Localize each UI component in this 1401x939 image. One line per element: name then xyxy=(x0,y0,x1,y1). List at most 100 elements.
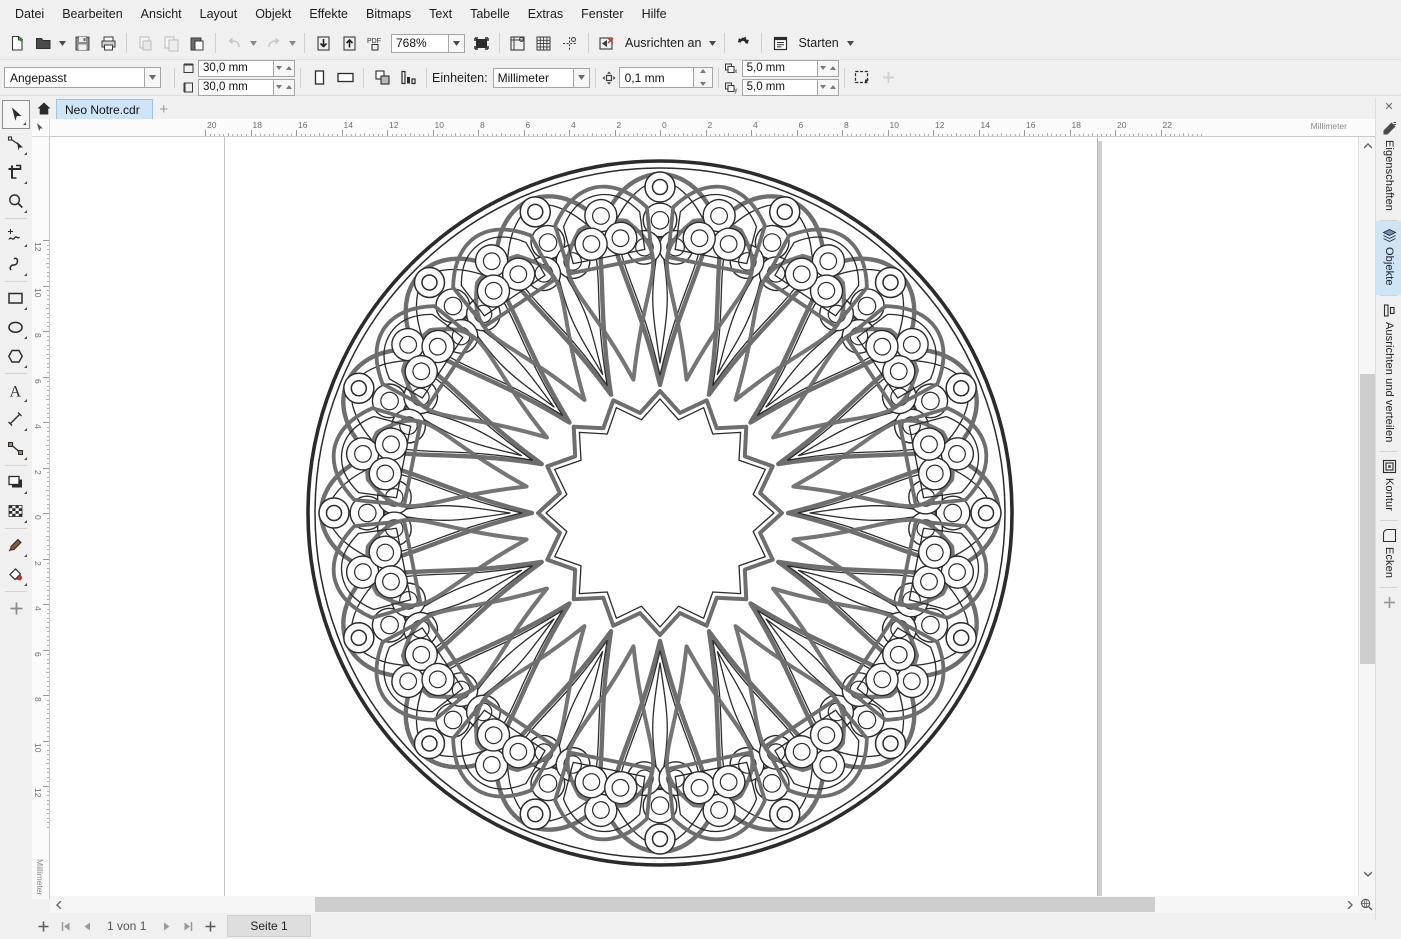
docker-tab-ausrichten-und-verteilen[interactable]: Ausrichten und verteilen xyxy=(1376,296,1401,451)
scroll-up-button[interactable] xyxy=(1359,137,1376,154)
last-page-button[interactable] xyxy=(177,915,199,937)
tool-transparency[interactable] xyxy=(2,497,30,526)
landscape-orientation-button[interactable] xyxy=(332,65,358,91)
first-page-button[interactable] xyxy=(54,915,76,937)
horizontal-scroll-thumb[interactable] xyxy=(315,897,1155,912)
page-preset-dropdown[interactable] xyxy=(144,67,161,88)
launch-caret[interactable] xyxy=(844,30,857,56)
insert-page-before-button[interactable] xyxy=(32,915,54,937)
tool-pick[interactable] xyxy=(2,100,30,129)
redo-button[interactable] xyxy=(260,30,286,56)
scroll-left-button[interactable] xyxy=(50,896,67,913)
add-document-tab-button[interactable]: + xyxy=(153,99,175,119)
units-dropdown[interactable] xyxy=(573,68,590,88)
cut-button[interactable] xyxy=(132,30,158,56)
units-input[interactable] xyxy=(493,68,573,88)
new-document-button[interactable] xyxy=(4,30,30,56)
duplicate-x-input[interactable] xyxy=(742,60,817,77)
show-guidelines-button[interactable] xyxy=(557,30,583,56)
tool-interactive-fill[interactable] xyxy=(2,560,30,589)
save-document-button[interactable] xyxy=(69,30,95,56)
export-button[interactable] xyxy=(336,30,362,56)
show-grid-button[interactable] xyxy=(531,30,557,56)
tool-freehand[interactable] xyxy=(2,221,30,250)
tool-zoom[interactable] xyxy=(2,187,30,216)
menu-tabelle[interactable]: Tabelle xyxy=(461,3,519,25)
print-button[interactable] xyxy=(95,30,121,56)
docker-tab-kontur[interactable]: Kontur xyxy=(1376,452,1401,520)
add-property-button[interactable] xyxy=(876,65,902,91)
zoom-level-combo[interactable] xyxy=(391,33,465,54)
docker-tab-eigenschaften[interactable]: Eigenschaften xyxy=(1376,114,1401,220)
tool-rectangle[interactable] xyxy=(2,284,30,313)
nudge-distance-field[interactable] xyxy=(619,67,713,88)
zoom-level-input[interactable] xyxy=(391,34,448,53)
page-tab-seite-1[interactable]: Seite 1 xyxy=(227,915,310,937)
treat-as-filled-button[interactable] xyxy=(850,65,876,91)
menu-bearbeiten[interactable]: Bearbeiten xyxy=(53,3,131,25)
vertical-ruler[interactable]: 12108642024681012Millimeter xyxy=(32,137,50,899)
menu-fenster[interactable]: Fenster xyxy=(572,3,632,25)
zoom-level-dropdown[interactable] xyxy=(448,34,465,53)
vertical-scroll-thumb[interactable] xyxy=(1360,374,1375,664)
ruler-origin-corner[interactable] xyxy=(32,119,50,137)
menu-datei[interactable]: Datei xyxy=(6,3,53,25)
docker-close-button[interactable]: ✕ xyxy=(1376,98,1401,114)
tool-color-eyedropper[interactable] xyxy=(2,531,30,560)
snap-to-label[interactable]: Ausrichten an xyxy=(620,36,706,50)
portrait-orientation-button[interactable] xyxy=(306,65,332,91)
scroll-down-button[interactable] xyxy=(1359,865,1376,882)
tool-drop-shadow[interactable] xyxy=(2,468,30,497)
options-gear-button[interactable] xyxy=(730,30,756,56)
page-preset-combo[interactable] xyxy=(4,67,161,89)
next-page-button[interactable] xyxy=(155,915,177,937)
open-document-button[interactable] xyxy=(30,30,56,56)
export-pdf-button[interactable]: PDF xyxy=(362,30,388,56)
drawing-canvas[interactable] xyxy=(50,137,1375,899)
menu-text[interactable]: Text xyxy=(420,3,461,25)
snap-to-caret[interactable] xyxy=(706,30,719,56)
launch-button[interactable] xyxy=(767,30,793,56)
menu-extras[interactable]: Extras xyxy=(519,3,572,25)
page-height-input[interactable] xyxy=(198,79,273,96)
tool-crop[interactable] xyxy=(2,158,30,187)
canvas-zoom-button[interactable] xyxy=(1358,896,1375,913)
docker-tab-ecken[interactable]: Ecken xyxy=(1376,521,1401,587)
page-height-spinner[interactable] xyxy=(273,79,295,96)
tool-shape[interactable] xyxy=(2,129,30,158)
docker-tab-objekte[interactable]: Objekte xyxy=(1376,221,1401,295)
page-preset-input[interactable] xyxy=(4,67,144,88)
show-rulers-button[interactable] xyxy=(505,30,531,56)
tool-polygon[interactable] xyxy=(2,342,30,371)
page-width-spinner[interactable] xyxy=(273,60,295,77)
units-combo[interactable] xyxy=(493,67,590,88)
page-width-input[interactable] xyxy=(198,60,273,77)
tool-ellipse[interactable] xyxy=(2,313,30,342)
nudge-distance-input[interactable] xyxy=(619,67,693,88)
paste-button[interactable] xyxy=(184,30,210,56)
menu-bitmaps[interactable]: Bitmaps xyxy=(357,3,420,25)
insert-page-after-button[interactable] xyxy=(199,915,221,937)
duplicate-x-spinner[interactable] xyxy=(817,60,839,77)
home-tab[interactable] xyxy=(32,98,56,119)
undo-button[interactable] xyxy=(221,30,247,56)
rose-window-artwork[interactable] xyxy=(50,137,1375,899)
tool-dimension[interactable] xyxy=(2,405,30,434)
vertical-scrollbar[interactable] xyxy=(1358,137,1375,899)
tool-add[interactable] xyxy=(2,594,30,623)
tool-text[interactable]: A xyxy=(2,376,30,405)
snap-off-button[interactable] xyxy=(594,30,620,56)
open-recent-caret[interactable] xyxy=(56,30,69,56)
redo-history-caret[interactable] xyxy=(286,30,299,56)
menu-effekte[interactable]: Effekte xyxy=(300,3,357,25)
previous-page-button[interactable] xyxy=(76,915,98,937)
duplicate-y-input[interactable] xyxy=(742,79,817,96)
menu-objekt[interactable]: Objekt xyxy=(246,3,300,25)
import-button[interactable] xyxy=(310,30,336,56)
tool-artistic-media[interactable] xyxy=(2,250,30,279)
copy-button[interactable] xyxy=(158,30,184,56)
duplicate-y-spinner[interactable] xyxy=(817,79,839,96)
nudge-distance-spinner[interactable] xyxy=(693,67,713,88)
tool-connector[interactable] xyxy=(2,434,30,463)
scroll-right-button[interactable] xyxy=(1341,896,1358,913)
